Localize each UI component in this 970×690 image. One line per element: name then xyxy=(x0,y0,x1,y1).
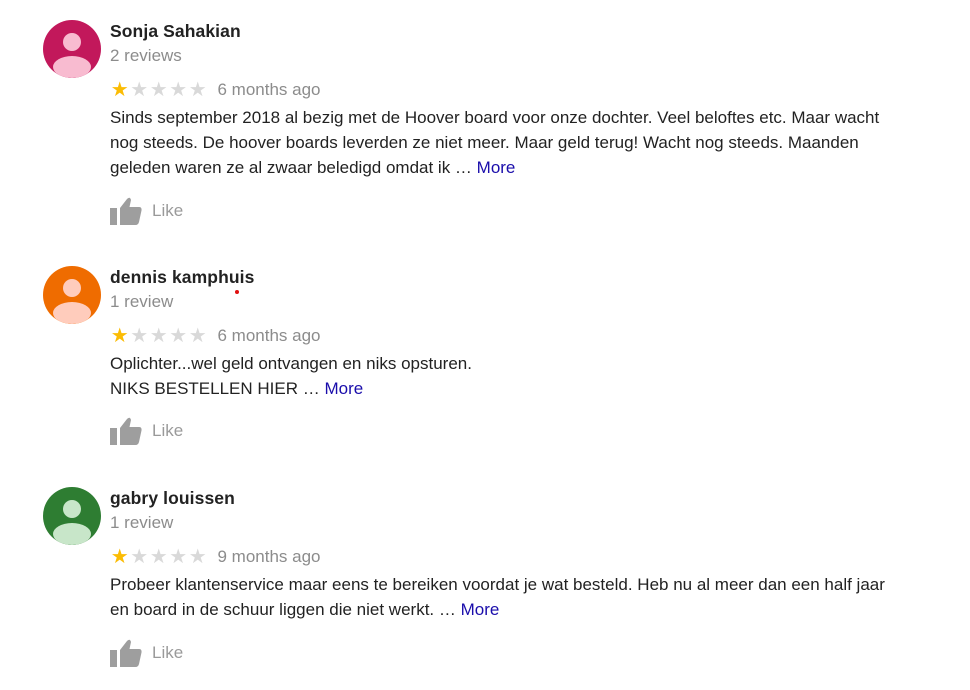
review-time: 6 months ago xyxy=(217,80,321,99)
star-icon: ★ xyxy=(188,546,207,568)
star-icon: ★ xyxy=(110,546,129,568)
rating-row: ★ ★ ★ ★ ★ 6 months ago xyxy=(110,79,321,101)
review-count[interactable]: 1 review xyxy=(110,513,173,533)
avatar[interactable] xyxy=(43,20,101,78)
star-icon: ★ xyxy=(169,325,188,347)
review-text-line-last: NIKS BESTELLEN HIER … More xyxy=(110,376,960,401)
star-icon: ★ xyxy=(130,325,149,347)
thumbs-up-icon xyxy=(110,638,142,668)
star-icon: ★ xyxy=(169,546,188,568)
thumbs-up-icon xyxy=(110,196,142,226)
review-time: 6 months ago xyxy=(217,326,321,345)
star-icon: ★ xyxy=(110,79,129,101)
reviewer-name[interactable]: dennis kamphuis xyxy=(110,267,254,288)
star-icon: ★ xyxy=(149,79,168,101)
review-text: Sinds september 2018 al bezig met de Hoo… xyxy=(110,105,960,180)
more-link[interactable]: More xyxy=(461,600,500,619)
star-icon: ★ xyxy=(130,79,149,101)
rating-row: ★ ★ ★ ★ ★ 6 months ago xyxy=(110,325,321,347)
review-text-fragment: geleden waren ze al zwaar beledigd omdat… xyxy=(110,158,477,177)
reviewer-name[interactable]: Sonja Sahakian xyxy=(110,21,241,42)
review-text-line-last: en board in de schuur liggen die niet we… xyxy=(110,597,960,622)
person-icon-body xyxy=(53,523,91,545)
thumbs-up-icon xyxy=(110,416,142,446)
person-icon xyxy=(63,500,81,518)
person-icon-body xyxy=(53,56,91,78)
person-icon xyxy=(63,279,81,297)
more-link[interactable]: More xyxy=(477,158,516,177)
like-label: Like xyxy=(152,201,184,220)
review-count[interactable]: 1 review xyxy=(110,292,173,312)
star-rating: ★ ★ ★ ★ ★ xyxy=(110,547,208,567)
cursor-dot xyxy=(235,290,239,294)
review-text-line-last: geleden waren ze al zwaar beledigd omdat… xyxy=(110,155,960,180)
star-icon: ★ xyxy=(188,79,207,101)
review-text-line: nog steeds. De hoover boards leverden ze… xyxy=(110,133,859,152)
person-icon-body xyxy=(53,302,91,324)
rating-row: ★ ★ ★ ★ ★ 9 months ago xyxy=(110,546,321,568)
like-label: Like xyxy=(152,643,184,662)
star-rating: ★ ★ ★ ★ ★ xyxy=(110,326,208,346)
review-text-line: Oplichter...wel geld ontvangen en niks o… xyxy=(110,354,472,373)
star-icon: ★ xyxy=(169,79,188,101)
reviewer-name[interactable]: gabry louissen xyxy=(110,488,235,509)
star-icon: ★ xyxy=(149,325,168,347)
like-button[interactable]: Like xyxy=(110,638,183,668)
person-icon xyxy=(63,33,81,51)
more-link[interactable]: More xyxy=(324,379,363,398)
review-text: Oplichter...wel geld ontvangen en niks o… xyxy=(110,351,960,401)
review-text: Probeer klantenservice maar eens te bere… xyxy=(110,572,960,622)
star-rating: ★ ★ ★ ★ ★ xyxy=(110,80,208,100)
star-icon: ★ xyxy=(149,546,168,568)
reviews-list: Sonja Sahakian 2 reviews ★ ★ ★ ★ ★ 6 months … xyxy=(0,0,970,690)
review-time: 9 months ago xyxy=(217,547,321,566)
review-count[interactable]: 2 reviews xyxy=(110,46,182,66)
star-icon: ★ xyxy=(110,325,129,347)
review-text-line: Probeer klantenservice maar eens te bere… xyxy=(110,575,885,594)
star-icon: ★ xyxy=(130,546,149,568)
like-label: Like xyxy=(152,421,184,440)
star-icon: ★ xyxy=(188,325,207,347)
like-button[interactable]: Like xyxy=(110,416,183,446)
avatar[interactable] xyxy=(43,487,101,545)
like-button[interactable]: Like xyxy=(110,196,183,226)
review-text-line: Sinds september 2018 al bezig met de Hoo… xyxy=(110,108,880,127)
review-text-fragment: NIKS BESTELLEN HIER … xyxy=(110,379,325,398)
avatar[interactable] xyxy=(43,266,101,324)
review-text-fragment: en board in de schuur liggen die niet we… xyxy=(110,600,461,619)
